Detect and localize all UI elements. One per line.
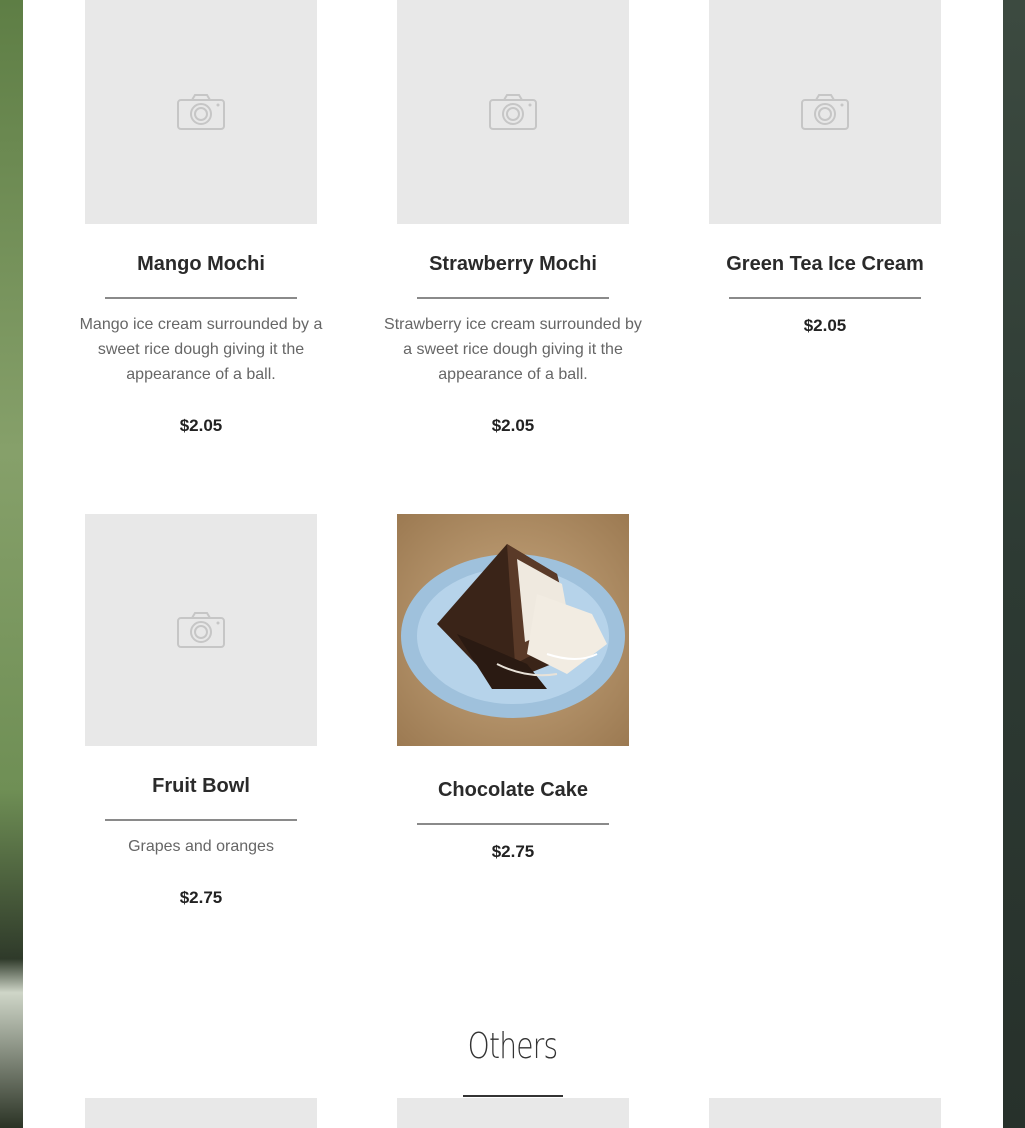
menu-item-description: Strawberry ice cream surrounded by a swe… bbox=[384, 316, 642, 383]
menu-item-name[interactable]: Mango Mochi bbox=[56, 253, 346, 276]
menu-item-price: $2.75 bbox=[491, 842, 535, 861]
section-title-others: Others bbox=[467, 1026, 558, 1067]
menu-item-price: $2.05 bbox=[803, 316, 847, 335]
menu-item-image-placeholder[interactable] bbox=[85, 514, 317, 746]
section-divider bbox=[463, 1095, 563, 1097]
menu-item-price: $2.75 bbox=[179, 888, 223, 907]
menu-item-name[interactable]: Fruit Bowl bbox=[56, 775, 346, 798]
menu-item-image-placeholder[interactable] bbox=[397, 1098, 629, 1128]
camera-placeholder-icon bbox=[177, 94, 225, 130]
menu-item-image-placeholder[interactable] bbox=[85, 0, 317, 224]
camera-placeholder-icon bbox=[801, 94, 849, 130]
menu-item-description: Mango ice cream surrounded by a sweet ri… bbox=[79, 316, 323, 383]
menu-item-name[interactable]: Chocolate Cake bbox=[368, 779, 658, 802]
menu-item-name[interactable]: Strawberry Mochi bbox=[368, 253, 658, 276]
camera-placeholder-icon bbox=[489, 94, 537, 130]
menu-item-image-placeholder[interactable] bbox=[85, 1098, 317, 1128]
camera-placeholder-icon bbox=[177, 612, 225, 648]
menu-item-image-placeholder[interactable] bbox=[709, 1098, 941, 1128]
menu-item-divider bbox=[417, 823, 609, 825]
menu-item-divider bbox=[105, 297, 297, 299]
menu-item-description: Grapes and oranges bbox=[128, 838, 274, 855]
menu-item-divider bbox=[729, 297, 921, 299]
menu-item-price: $2.05 bbox=[179, 416, 223, 435]
menu-item-name[interactable]: Green Tea Ice Cream bbox=[680, 253, 970, 276]
chocolate-cake-image bbox=[397, 514, 629, 746]
menu-item-price: $2.05 bbox=[491, 416, 535, 435]
menu-item-image-placeholder[interactable] bbox=[397, 0, 629, 224]
background-left-photo bbox=[0, 0, 23, 1128]
menu-item-divider bbox=[417, 297, 609, 299]
background-right-photo bbox=[1003, 0, 1025, 1128]
chocolate-cake-photo[interactable] bbox=[397, 514, 629, 746]
menu-item-image-placeholder[interactable] bbox=[709, 0, 941, 224]
menu-item-divider bbox=[105, 819, 297, 821]
